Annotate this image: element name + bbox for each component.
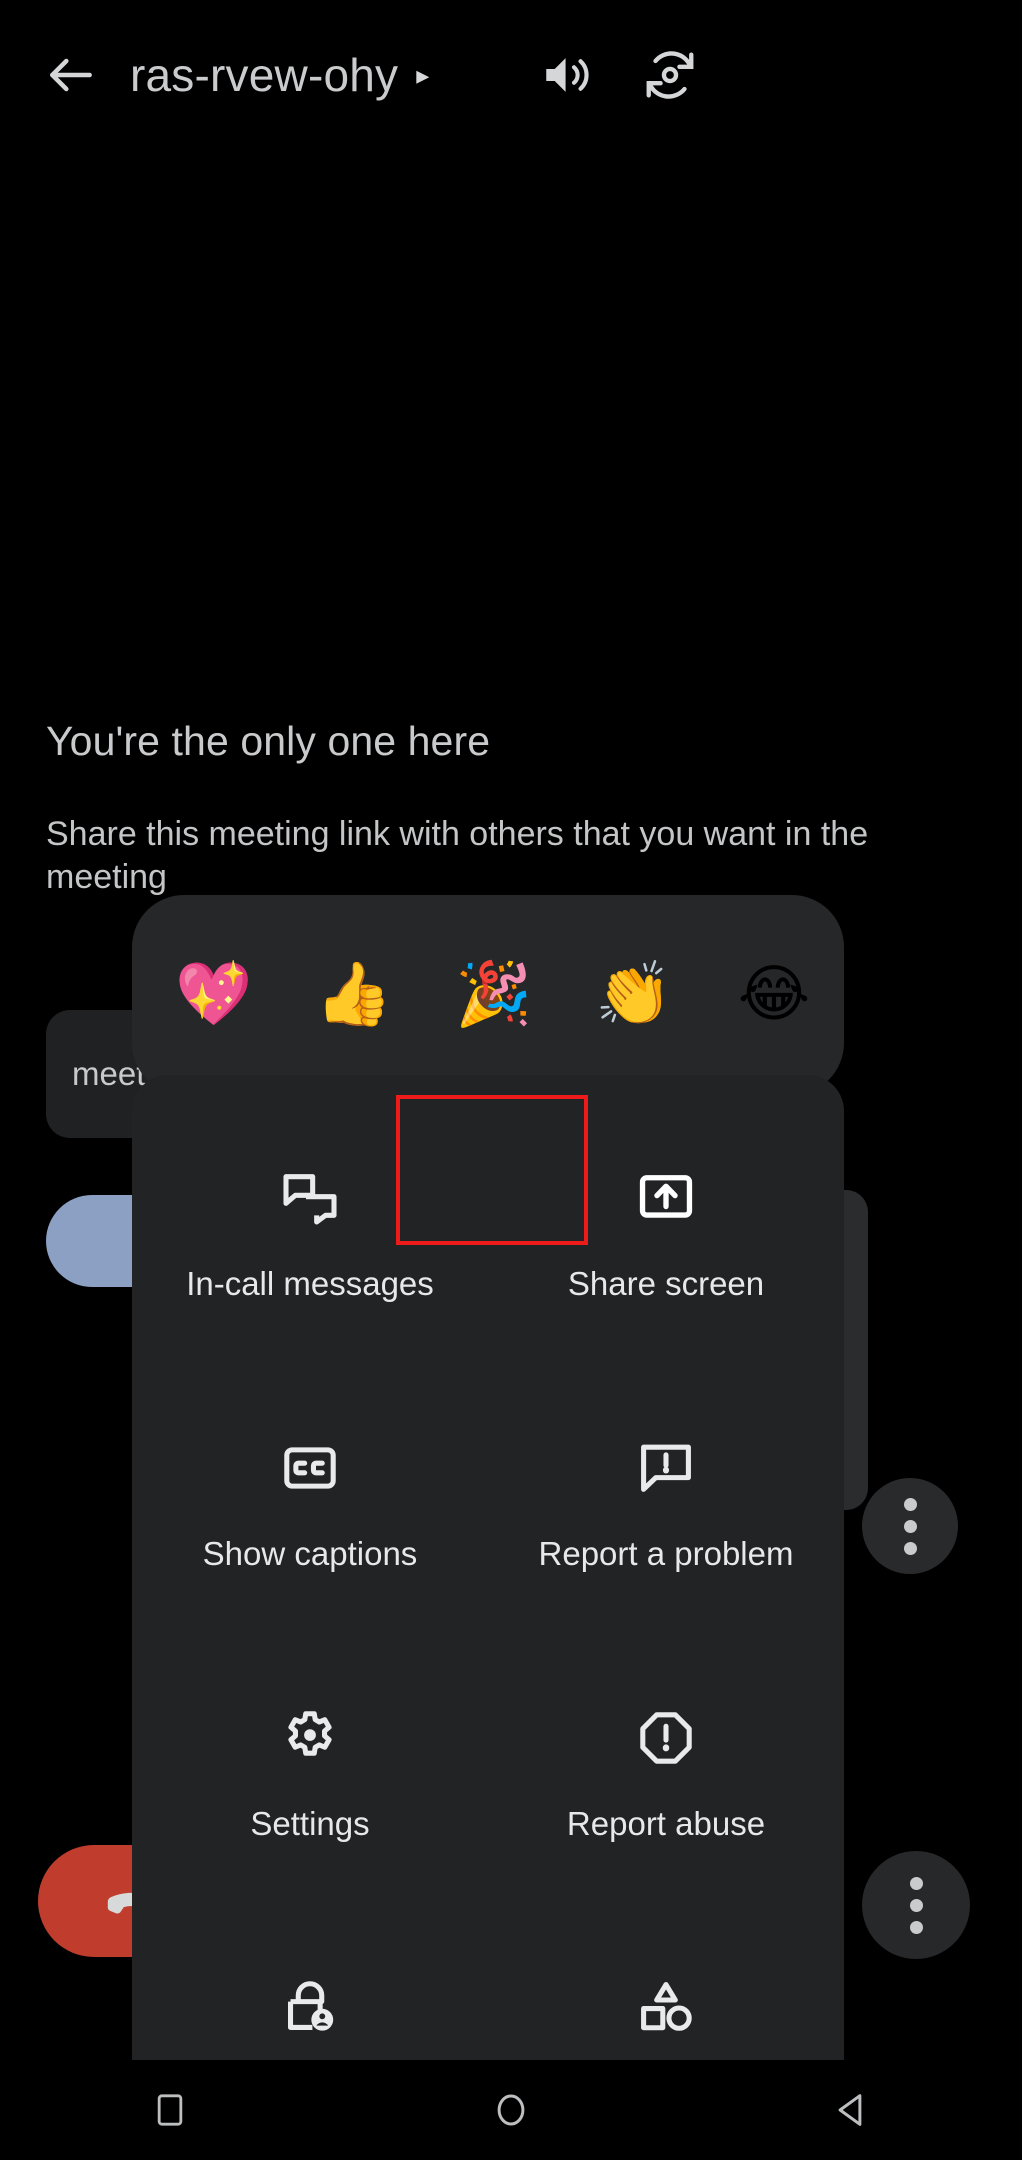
more-vert-icon	[909, 1876, 923, 1934]
back-arrow-icon[interactable]	[28, 32, 114, 118]
app-screen: ras-rvew-ohy ▸ You're the only one here …	[0, 0, 1022, 2160]
menu-item-report-a-problem[interactable]: Report a problem	[488, 1395, 844, 1665]
more-vert-icon	[903, 1497, 917, 1555]
lock-person-icon	[271, 1969, 349, 2047]
shapes-icon	[627, 1969, 705, 2047]
chat-bubbles-icon	[271, 1159, 349, 1237]
options-bottom-sheet: In-call messages Share screen Show capti…	[132, 1075, 844, 2160]
home-icon[interactable]	[451, 2070, 571, 2150]
closed-caption-icon	[271, 1429, 349, 1507]
menu-item-share-screen[interactable]: Share screen	[488, 1125, 844, 1395]
top-app-bar: ras-rvew-ohy ▸	[0, 0, 1022, 150]
self-view-more-options-button[interactable]	[862, 1478, 958, 1574]
menu-item-label: Show captions	[202, 1535, 418, 1572]
recents-icon[interactable]	[110, 2070, 230, 2150]
reaction-thumbs-up[interactable]: 👍	[284, 895, 424, 1025]
menu-item-in-call-messages[interactable]: In-call messages	[132, 1125, 488, 1395]
back-icon[interactable]	[792, 2070, 912, 2150]
flip-camera-icon[interactable]	[630, 35, 710, 115]
chevron-right-icon[interactable]: ▸	[416, 62, 429, 88]
reaction-clapping-hands[interactable]: 👏	[564, 895, 704, 1025]
speaker-icon[interactable]	[528, 35, 608, 115]
report-abuse-icon	[627, 1699, 705, 1777]
menu-item-label: In-call messages	[186, 1265, 434, 1302]
empty-state: You're the only one here Share this meet…	[46, 718, 996, 898]
reactions-bar[interactable]: 💖 👍 🎉 👏 😂	[132, 895, 844, 1095]
empty-state-subtitle: Share this meeting link with others that…	[46, 815, 869, 896]
menu-item-label: Report abuse	[566, 1805, 766, 1842]
share-screen-icon	[627, 1159, 705, 1237]
menu-item-settings[interactable]: Settings	[132, 1665, 488, 1935]
more-options-button[interactable]	[862, 1851, 970, 1959]
meeting-code-title[interactable]: ras-rvew-ohy	[130, 48, 398, 102]
reaction-party-popper[interactable]: 🎉	[424, 895, 564, 1025]
android-navigation-bar	[0, 2060, 1022, 2160]
menu-item-label: Report a problem	[538, 1535, 794, 1572]
reaction-tears-of-joy[interactable]: 😂	[704, 895, 844, 1025]
reaction-sparkling-heart[interactable]: 💖	[144, 895, 284, 1025]
menu-item-label: Settings	[250, 1805, 370, 1842]
menu-item-report-abuse[interactable]: Report abuse	[488, 1665, 844, 1935]
page-title: You're the only one here	[46, 718, 491, 764]
report-problem-icon	[627, 1429, 705, 1507]
options-grid: In-call messages Share screen Show capti…	[132, 1075, 844, 2160]
menu-item-show-captions[interactable]: Show captions	[132, 1395, 488, 1665]
gear-icon	[271, 1699, 349, 1777]
menu-item-label: Share screen	[567, 1265, 765, 1302]
